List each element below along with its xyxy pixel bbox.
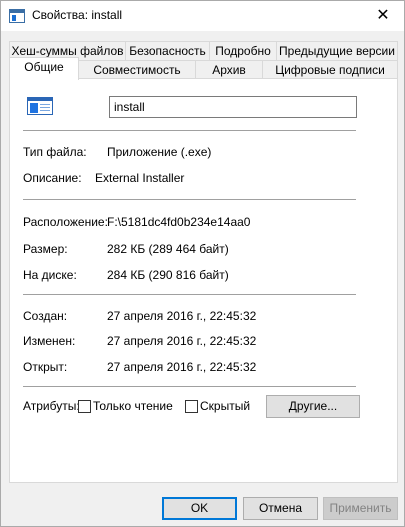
hidden-checkbox[interactable] (185, 400, 198, 413)
disk-size-value: 284 КБ (290 816 байт) (107, 268, 229, 282)
hidden-label[interactable]: Скрытый (200, 399, 250, 413)
separator (23, 130, 356, 131)
disk-size-label: На диске: (23, 268, 77, 282)
readonly-checkbox[interactable] (78, 400, 91, 413)
accessed-label: Открыт: (23, 360, 68, 374)
readonly-label[interactable]: Только чтение (93, 399, 173, 413)
tab-archive[interactable]: Архив (195, 60, 263, 80)
tab-general[interactable]: Общие (9, 57, 79, 80)
tab-security[interactable]: Безопасность (125, 41, 210, 61)
close-icon: ✕ (376, 7, 390, 24)
size-value: 282 КБ (289 464 байт) (107, 242, 229, 256)
window-app-icon (9, 9, 25, 23)
apply-button[interactable]: Применить (323, 497, 398, 520)
separator (23, 386, 356, 387)
location-value: F:\5181dc4fd0b234e14aa0 (107, 215, 251, 229)
modified-value: 27 апреля 2016 г., 22:45:32 (107, 334, 257, 348)
size-label: Размер: (23, 242, 68, 256)
modified-label: Изменен: (23, 334, 76, 348)
tab-previous-versions[interactable]: Предыдущие версии (276, 41, 398, 61)
separator (23, 294, 356, 295)
created-label: Создан: (23, 309, 68, 323)
accessed-value: 27 апреля 2016 г., 22:45:32 (107, 360, 257, 374)
window-title: Свойства: install (32, 8, 123, 22)
description-label: Описание: (23, 171, 82, 185)
application-file-icon (27, 97, 53, 115)
attributes-label: Атрибуты: (23, 399, 80, 413)
other-attributes-button[interactable]: Другие... (266, 395, 360, 418)
file-name-input[interactable] (109, 96, 357, 118)
tab-compatibility[interactable]: Совместимость (78, 60, 196, 80)
title-bar[interactable]: Свойства: install ✕ (1, 1, 404, 31)
created-value: 27 апреля 2016 г., 22:45:32 (107, 309, 257, 323)
tab-details[interactable]: Подробно (209, 41, 277, 61)
properties-dialog: Свойства: install ✕ Хеш-суммы файлов Без… (0, 0, 405, 527)
tab-digital-signatures[interactable]: Цифровые подписи (262, 60, 398, 80)
separator (23, 199, 356, 200)
location-label: Расположение: (23, 215, 108, 229)
close-button[interactable]: ✕ (361, 1, 405, 31)
ok-button[interactable]: OK (162, 497, 237, 520)
description-value: External Installer (95, 171, 185, 185)
file-type-value: Приложение (.exe) (107, 145, 212, 159)
file-type-label: Тип файла: (23, 145, 87, 159)
cancel-button[interactable]: Отмена (243, 497, 318, 520)
